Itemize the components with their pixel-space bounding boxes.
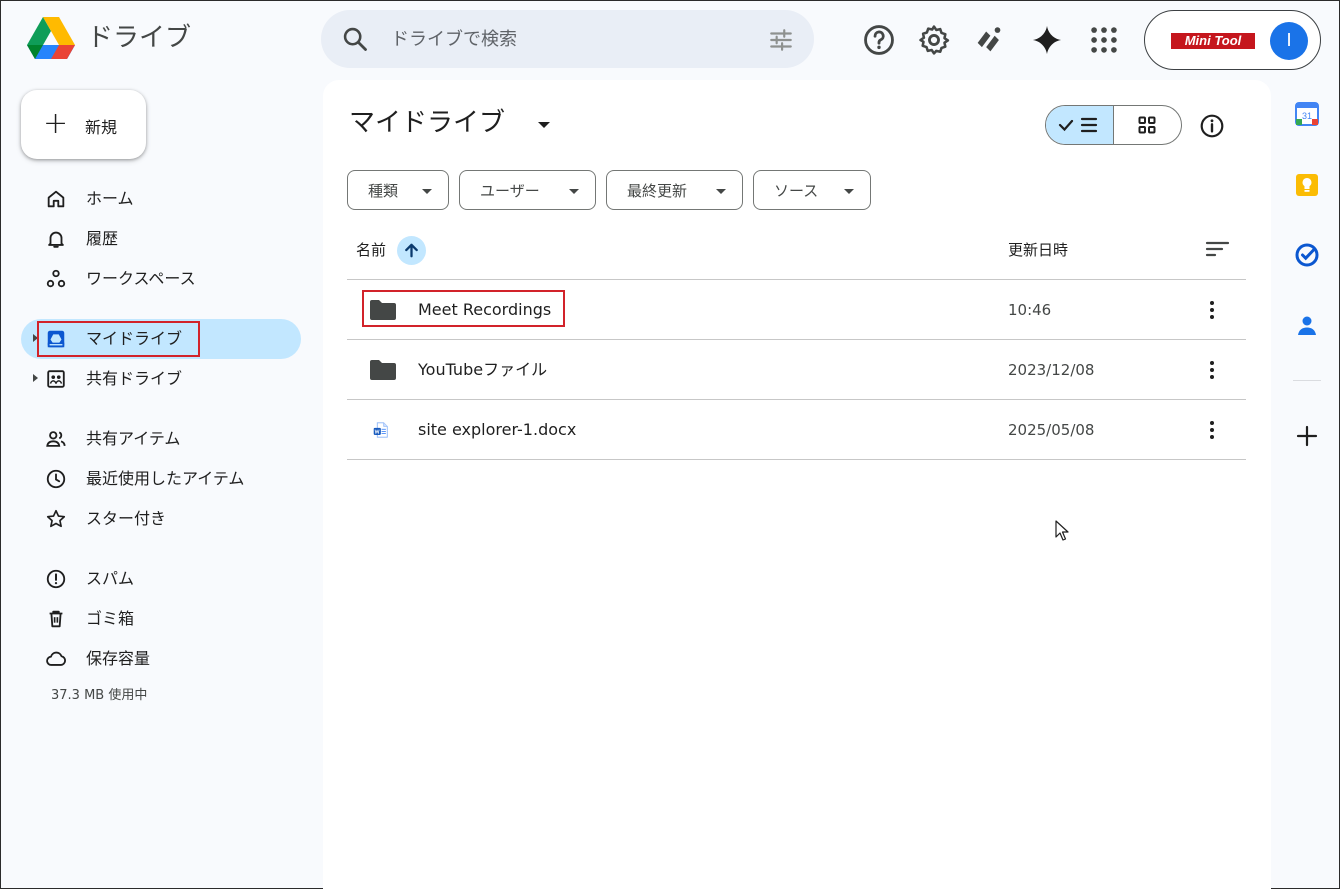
search-options-icon[interactable] [768, 27, 794, 53]
arrow-up-icon [405, 243, 418, 258]
word-document-icon [373, 422, 388, 438]
chevron-down-icon [844, 189, 854, 194]
svg-text:31: 31 [1302, 111, 1312, 121]
home-icon [47, 190, 65, 208]
file-modified: 2023/12/08 [1008, 361, 1095, 379]
sidebar-item-label: 共有アイテム [86, 429, 181, 448]
sidebar-item-label: 保存容量 [86, 649, 151, 668]
column-header-name[interactable]: 名前 [356, 239, 386, 261]
chip-label: ユーザー [480, 182, 540, 200]
folder-icon [370, 360, 396, 380]
bell-icon [48, 231, 64, 248]
file-name: YouTubeファイル [418, 360, 548, 379]
sidebar-item-recent[interactable]: 最近使用したアイテム [21, 459, 301, 499]
sort-options-icon[interactable] [1205, 239, 1231, 259]
calendar-icon[interactable]: 31 [1294, 101, 1320, 127]
tasks-icon[interactable] [1294, 242, 1320, 268]
sidebar-item-storage[interactable]: 保存容量 [21, 639, 301, 679]
chip-label: 最終更新 [627, 182, 688, 200]
plus-icon: + [43, 106, 69, 141]
file-modified: 10:46 [1008, 301, 1052, 319]
new-button[interactable]: + 新規 [21, 90, 146, 159]
storage-usage-text: 37.3 MB 使用中 [51, 688, 148, 703]
sidebar-item-shared-drives[interactable]: 共有ドライブ [21, 359, 301, 399]
chevron-down-icon [569, 189, 579, 194]
search-input[interactable] [391, 24, 751, 54]
file-row-site-explorer[interactable]: site explorer-1.docx 2025/05/08 [347, 400, 1246, 460]
column-header-modified[interactable]: 更新日時 [1008, 239, 1068, 261]
cloud-icon [46, 651, 66, 666]
filter-type-chip[interactable]: 種類 [347, 170, 449, 210]
highlight-frame [37, 321, 200, 357]
workspace-icon [46, 269, 66, 288]
filter-user-chip[interactable]: ユーザー [459, 170, 596, 210]
sidebar-item-label: ワークスペース [86, 269, 196, 288]
sidebar-item-label: 共有ドライブ [86, 369, 183, 388]
gemini-spark-icon[interactable] [1030, 23, 1064, 57]
row-divider [347, 459, 1246, 460]
grid-icon [1138, 116, 1156, 134]
rail-divider [1293, 380, 1321, 381]
expand-caret-icon[interactable] [33, 374, 38, 382]
more-vert-icon[interactable] [1202, 418, 1222, 442]
filter-modified-chip[interactable]: 最終更新 [606, 170, 743, 210]
filter-source-chip[interactable]: ソース [753, 170, 871, 210]
sidebar-item-label: 最近使用したアイテム [86, 469, 245, 488]
search-icon[interactable] [341, 25, 369, 53]
info-icon[interactable] [1199, 113, 1225, 139]
sidebar-item-home[interactable]: ホーム [21, 179, 301, 219]
sidebar-item-spam[interactable]: スパム [21, 559, 301, 599]
gemini-tools-icon[interactable] [972, 23, 1006, 57]
file-row-youtube[interactable]: YouTubeファイル 2023/12/08 [347, 340, 1246, 400]
highlight-frame [362, 290, 565, 327]
more-vert-icon[interactable] [1202, 298, 1222, 322]
sidebar-item-label: スター付き [86, 509, 167, 528]
avatar[interactable]: I [1270, 22, 1308, 60]
app-title[interactable]: ドライブ [87, 21, 191, 55]
drive-logo-icon[interactable] [27, 17, 75, 61]
sidebar-item-history[interactable]: 履歴 [21, 219, 301, 259]
spam-icon [46, 569, 66, 589]
sidebar-item-label: ホーム [86, 189, 134, 208]
account-switcher[interactable]: Mini Tool I [1144, 10, 1321, 70]
sidebar-item-label: スパム [86, 569, 135, 588]
contacts-icon[interactable] [1294, 312, 1320, 338]
chip-label: ソース [774, 182, 819, 200]
chip-label: 種類 [368, 182, 399, 200]
search-bar[interactable] [321, 10, 814, 68]
people-icon [46, 431, 66, 447]
mouse-cursor-icon [1055, 520, 1069, 541]
keep-icon[interactable] [1294, 172, 1320, 198]
more-vert-icon[interactable] [1202, 358, 1222, 382]
list-view-button[interactable] [1046, 106, 1114, 144]
shared-drive-icon [47, 370, 65, 388]
check-list-icon [1058, 117, 1098, 133]
add-app-icon[interactable] [1294, 423, 1320, 449]
clock-icon [46, 469, 66, 489]
view-toggle[interactable] [1045, 105, 1182, 145]
trash-icon [49, 610, 63, 628]
star-icon [46, 509, 66, 528]
apps-grid-icon[interactable] [1087, 23, 1121, 57]
chevron-down-icon [422, 189, 432, 194]
grid-view-button[interactable] [1114, 106, 1181, 144]
brand-logo: Mini Tool [1171, 33, 1255, 49]
sidebar-item-shared-with-me[interactable]: 共有アイテム [21, 419, 301, 459]
sidebar-item-workspace[interactable]: ワークスペース [21, 259, 301, 299]
settings-gear-icon[interactable] [917, 23, 951, 57]
sidebar-item-label: 履歴 [86, 229, 119, 248]
chevron-down-icon [716, 189, 726, 194]
sidebar-item-label: ゴミ箱 [86, 609, 135, 628]
sort-ascending-button[interactable] [397, 236, 426, 265]
help-icon[interactable] [862, 23, 896, 57]
title-dropdown-icon[interactable] [538, 122, 550, 128]
file-name: site explorer-1.docx [418, 420, 577, 439]
sidebar-item-trash[interactable]: ゴミ箱 [21, 599, 301, 639]
new-button-label: 新規 [85, 118, 118, 137]
file-modified: 2025/05/08 [1008, 421, 1095, 439]
sidebar-item-starred[interactable]: スター付き [21, 499, 301, 539]
page-title[interactable]: マイドライブ [349, 105, 505, 141]
